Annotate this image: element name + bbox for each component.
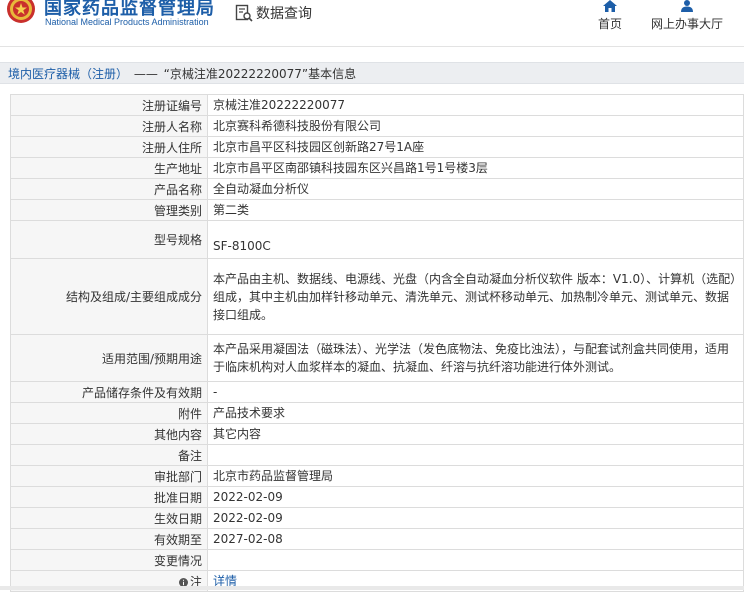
label-reg-no: 注册证编号 — [10, 94, 208, 116]
document-search-icon — [235, 4, 253, 22]
breadcrumb-bar: 境内医疗器械（注册） —— “京械注准20222220077”基本信息 — [0, 62, 744, 84]
header-divider — [0, 46, 744, 47]
label-changes: 变更情况 — [10, 549, 208, 571]
label-category: 管理类别 — [10, 199, 208, 221]
value-residence: 北京市昌平区科技园区创新路27号1A座 — [207, 136, 744, 158]
value-remark — [207, 444, 744, 466]
site-subtitle: National Medical Products Administration — [45, 17, 209, 27]
label-product-name: 产品名称 — [10, 178, 208, 200]
label-remark: 备注 — [10, 444, 208, 466]
row-production: 生产地址 北京市昌平区南邵镇科技园东区兴昌路1号1号楼3层 — [10, 157, 744, 179]
detail-table: 注册证编号 京械注准20222220077 注册人名称 北京赛科希德科技股份有限… — [10, 94, 744, 592]
value-attachment: 产品技术要求 — [207, 402, 744, 424]
data-query-link[interactable]: 数据查询 — [235, 2, 312, 24]
label-expire-date: 有效期至 — [10, 528, 208, 550]
row-reg-no: 注册证编号 京械注准20222220077 — [10, 94, 744, 116]
row-approve-date: 批准日期 2022-02-09 — [10, 486, 744, 508]
breadcrumb-current: “京械注准20222220077”基本信息 — [163, 67, 357, 81]
value-registrant: 北京赛科希德科技股份有限公司 — [207, 115, 744, 137]
user-icon — [681, 0, 693, 12]
data-query-label: 数据查询 — [256, 6, 312, 22]
label-attachment: 附件 — [10, 402, 208, 424]
value-approve-date: 2022-02-09 — [207, 486, 744, 508]
value-changes — [207, 549, 744, 571]
row-attachment: 附件 产品技术要求 — [10, 402, 744, 424]
site-header: 国家药品监督管理局 National Medical Products Admi… — [0, 0, 744, 47]
value-scope: 本产品采用凝固法（磁珠法）、光学法（发色底物法、免疫比浊法），与配套试剂盒共同使… — [207, 334, 744, 382]
row-category: 管理类别 第二类 — [10, 199, 744, 221]
nav-online-hall-label: 网上办事大厅 — [651, 17, 724, 31]
label-production: 生产地址 — [10, 157, 208, 179]
nav-home-label: 首页 — [598, 17, 623, 31]
row-structure: 结构及组成/主要组成成分 本产品由主机、数据线、电源线、光盘（内含全自动凝血分析… — [10, 258, 744, 335]
row-residence: 注册人住所 北京市昌平区科技园区创新路27号1A座 — [10, 136, 744, 158]
label-residence: 注册人住所 — [10, 136, 208, 158]
nav-home[interactable]: 首页 — [598, 0, 622, 32]
home-icon — [603, 0, 617, 12]
nav-online-hall[interactable]: 网上办事大厅 — [651, 0, 723, 32]
row-effective-date: 生效日期 2022-02-09 — [10, 507, 744, 529]
value-other: 其它内容 — [207, 423, 744, 445]
value-model: SF-8100C — [207, 220, 744, 259]
row-product-name: 产品名称 全自动凝血分析仪 — [10, 178, 744, 200]
label-structure: 结构及组成/主要组成成分 — [10, 258, 208, 335]
value-storage: - — [207, 381, 744, 403]
page-bottom-bar — [0, 586, 744, 590]
label-registrant: 注册人名称 — [10, 115, 208, 137]
label-model: 型号规格 — [10, 220, 208, 259]
label-approver: 审批部门 — [10, 465, 208, 487]
breadcrumb-category[interactable]: 境内医疗器械（注册） — [8, 67, 128, 81]
row-remark: 备注 — [10, 444, 744, 466]
label-approve-date: 批准日期 — [10, 486, 208, 508]
label-storage: 产品储存条件及有效期 — [10, 381, 208, 403]
label-effective-date: 生效日期 — [10, 507, 208, 529]
value-approver: 北京市药品监督管理局 — [207, 465, 744, 487]
nmpa-emblem-icon[interactable] — [6, 0, 36, 24]
row-other: 其他内容 其它内容 — [10, 423, 744, 445]
row-registrant: 注册人名称 北京赛科希德科技股份有限公司 — [10, 115, 744, 137]
row-scope: 适用范围/预期用途 本产品采用凝固法（磁珠法）、光学法（发色底物法、免疫比浊法）… — [10, 334, 744, 382]
row-storage: 产品储存条件及有效期 - — [10, 381, 744, 403]
value-product-name: 全自动凝血分析仪 — [207, 178, 744, 200]
value-category: 第二类 — [207, 199, 744, 221]
value-reg-no: 京械注准20222220077 — [207, 94, 744, 116]
row-model: 型号规格 SF-8100C — [10, 220, 744, 259]
breadcrumb-separator: —— — [133, 67, 158, 81]
row-approver: 审批部门 北京市药品监督管理局 — [10, 465, 744, 487]
label-scope: 适用范围/预期用途 — [10, 334, 208, 382]
value-expire-date: 2027-02-08 — [207, 528, 744, 550]
value-production: 北京市昌平区南邵镇科技园东区兴昌路1号1号楼3层 — [207, 157, 744, 179]
row-expire-date: 有效期至 2027-02-08 — [10, 528, 744, 550]
value-structure: 本产品由主机、数据线、电源线、光盘（内含全自动凝血分析仪软件 版本：V1.0）、… — [207, 258, 744, 335]
label-other: 其他内容 — [10, 423, 208, 445]
breadcrumb: 境内医疗器械（注册） —— “京械注准20222220077”基本信息 — [8, 65, 356, 82]
value-effective-date: 2022-02-09 — [207, 507, 744, 529]
row-changes: 变更情况 — [10, 549, 744, 571]
